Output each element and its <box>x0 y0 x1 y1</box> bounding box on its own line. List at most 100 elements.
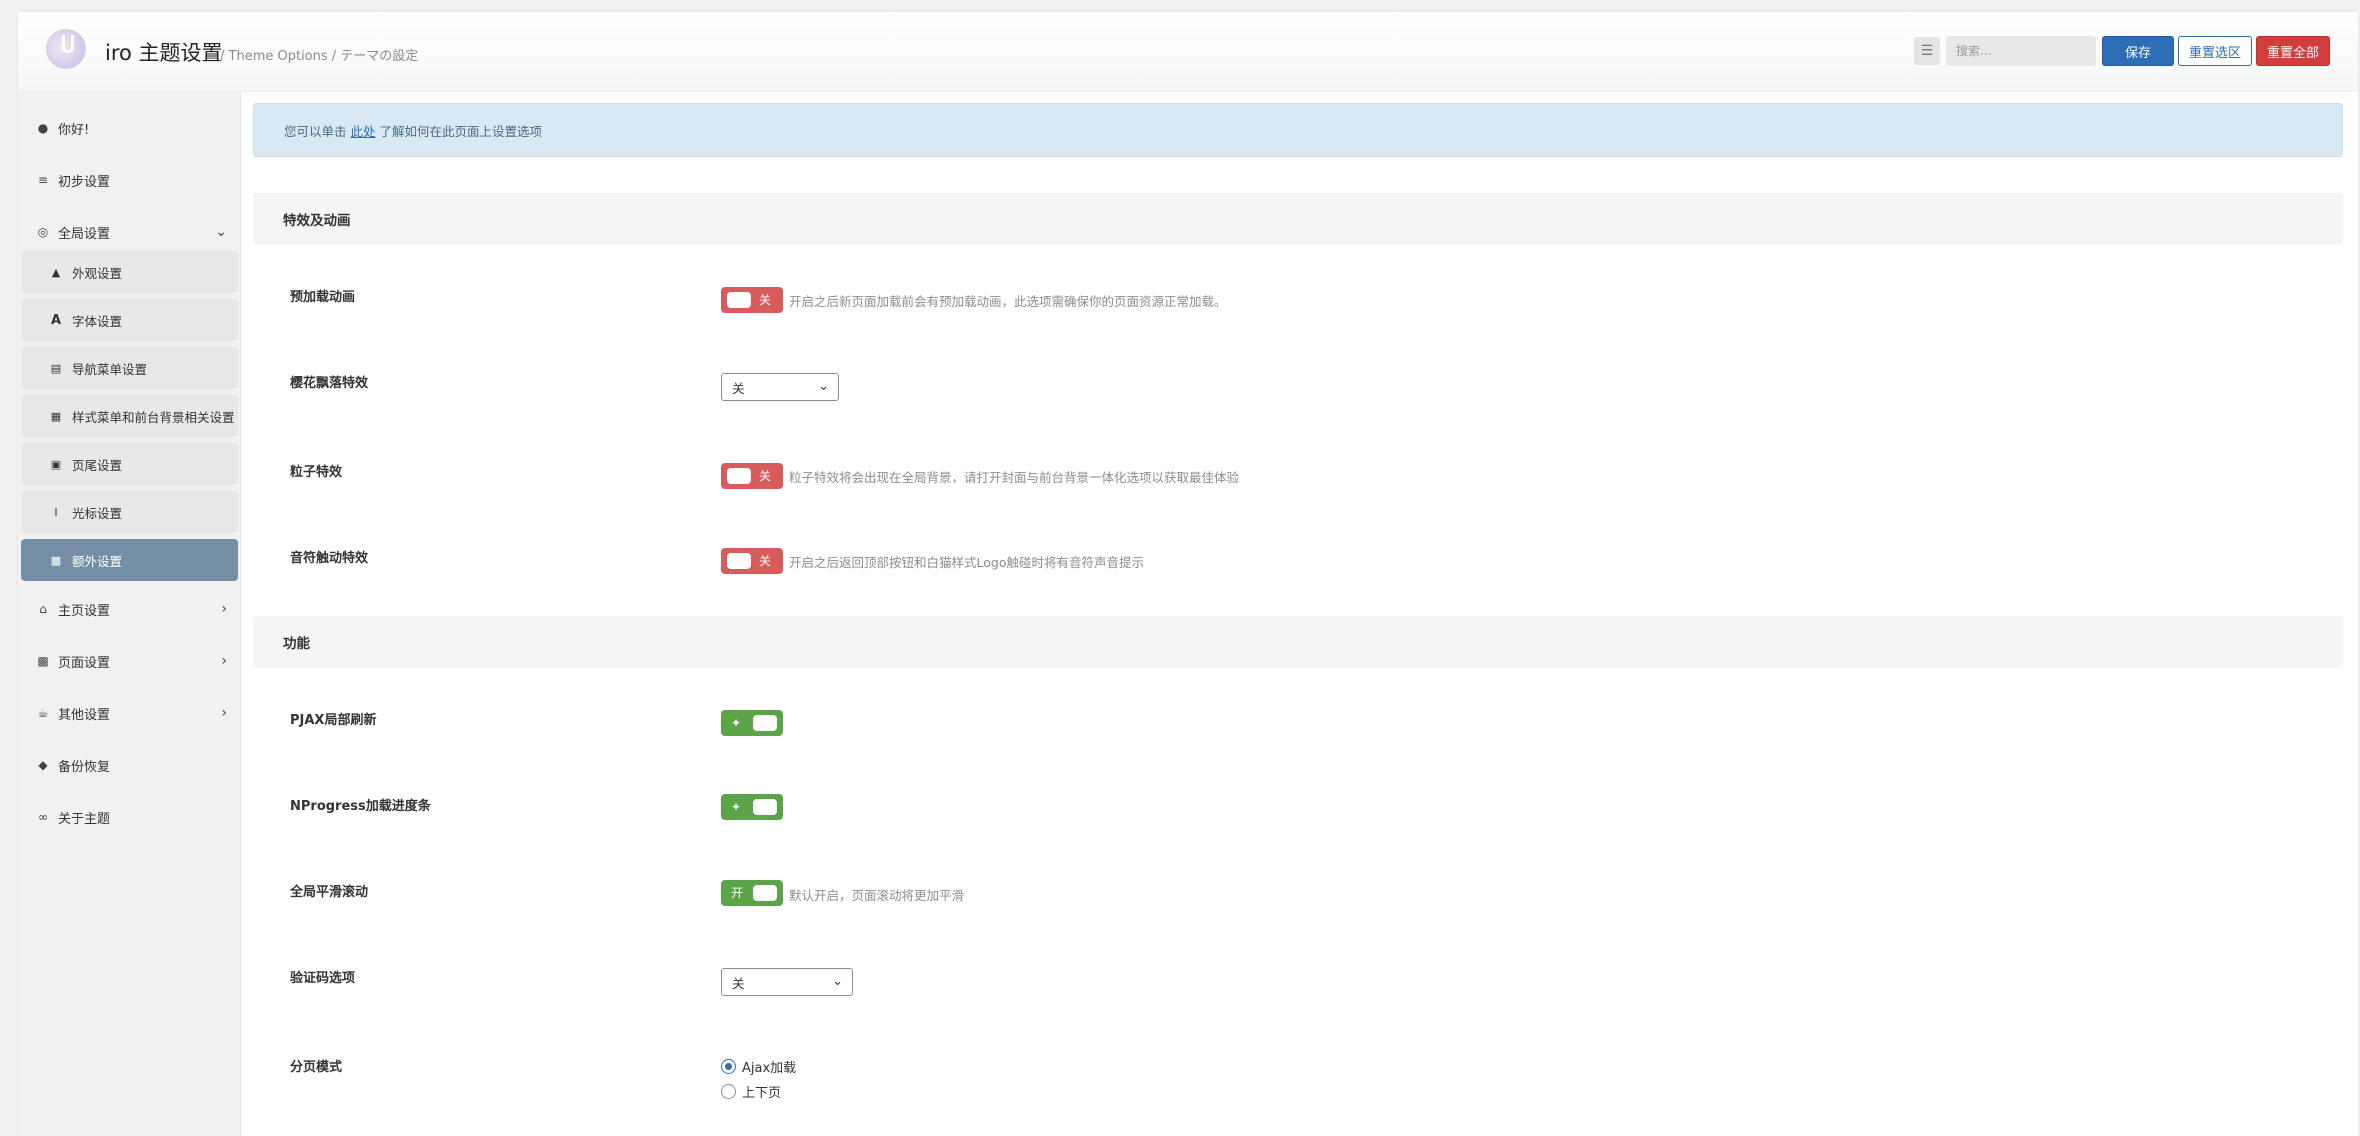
sidebar-subitem-label: 导航菜单设置 <box>72 361 148 377</box>
chevron-down-icon: ⌄ <box>818 379 829 394</box>
globe-icon: ◎ <box>37 225 49 239</box>
sidebar-item-about[interactable]: ∞ 关于主题 <box>18 797 241 837</box>
toggle-state-label: 关 <box>758 554 771 568</box>
sidebar-item-label: 页面设置 <box>58 655 111 671</box>
save-button[interactable]: 保存 <box>2102 36 2174 66</box>
field-label-smooth-scroll: 全局平滑滚动 <box>290 885 369 900</box>
sidebar-subitem-extra[interactable]: ▩ 额外设置 <box>21 539 238 581</box>
gift-icon: ▩ <box>50 553 62 567</box>
sidebar-item-other[interactable]: ☕ 其他设置 › <box>18 693 241 733</box>
field-desc-music-note: 开启之后返回顶部按钮和白猫样式Logo触碰时将有音符声音提示 <box>789 555 1144 570</box>
sidebar-subitem-appearance[interactable]: ▲ 外观设置 <box>21 251 238 293</box>
radio-button[interactable] <box>721 1084 736 1099</box>
sidebar-item-page[interactable]: ▩ 页面设置 › <box>18 641 241 681</box>
toggle-state-label: 开 <box>731 886 744 900</box>
sidebar-item-label: 全局设置 <box>58 226 111 242</box>
bulb-icon: ● <box>37 121 49 135</box>
settings-window: iro 主题设置 / Theme Options / テーマの設定 ☰ 保存 重… <box>18 12 2358 1136</box>
sidebar-item-label: 主页设置 <box>58 603 111 619</box>
field-label-pagination: 分页模式 <box>290 1060 343 1075</box>
signpost-icon: ▤ <box>50 361 62 375</box>
reset-section-button[interactable]: 重置选区 <box>2178 36 2252 66</box>
sidebar-item-global[interactable]: ◎ 全局设置 ⌄ <box>18 212 241 252</box>
sidebar-item-label: 备份恢复 <box>58 759 111 775</box>
sidebar-item-label: 你好! <box>58 122 90 138</box>
field-label-sakura: 樱花飘落特效 <box>290 376 369 391</box>
pjax-toggle[interactable]: ✦ <box>721 710 783 736</box>
square-icon: ▣ <box>50 457 62 471</box>
header: iro 主题设置 / Theme Options / テーマの設定 ☰ 保存 重… <box>18 12 2358 92</box>
sidebar-subitem-nav-menu[interactable]: ▤ 导航菜单设置 <box>21 347 238 389</box>
reset-all-button[interactable]: 重置全部 <box>2256 36 2330 66</box>
home-icon: ⌂ <box>39 602 47 616</box>
chevron-right-icon: › <box>221 601 227 617</box>
sidebar-subitem-style-menu[interactable]: ▦ 样式菜单和前台背景相关设置 <box>21 395 238 437</box>
notice-link[interactable]: 此处 <box>351 121 376 140</box>
field-desc-smooth-scroll: 默认开启，页面滚动将更加平滑 <box>789 888 965 903</box>
select-value: 关 <box>732 380 745 396</box>
coffee-icon: ☕ <box>37 706 49 720</box>
font-icon: A <box>50 312 62 328</box>
select-value: 关 <box>732 975 745 991</box>
sidebar-subitem-font[interactable]: A 字体设置 <box>21 299 238 341</box>
sidebar-subitem-label: 额外设置 <box>72 553 123 569</box>
pagination-option-prev-next[interactable]: 上下页 <box>721 1082 781 1101</box>
music-note-toggle[interactable]: 关 <box>721 548 783 574</box>
section-heading-effects: 特效及动画 <box>253 193 2343 245</box>
sparkle-icon: ✦ <box>731 716 742 730</box>
nprogress-toggle[interactable]: ✦ <box>721 794 783 820</box>
chevron-down-icon: ⌄ <box>215 224 227 240</box>
notice-suffix: 了解如何在此页面上设置选项 <box>379 123 543 139</box>
chevron-down-icon: ⌄ <box>832 974 843 989</box>
section-heading-features: 功能 <box>253 616 2343 668</box>
breadcrumb: / Theme Options / テーマの設定 <box>220 49 419 64</box>
field-desc-preload: 开启之后新页面加载前会有预加载动画，此选项需确保你的页面资源正常加载。 <box>789 294 1227 309</box>
bell-icon: ▲ <box>51 265 61 279</box>
help-notice: 您可以单击 此处 了解如何在此页面上设置选项 <box>253 103 2343 157</box>
particles-toggle[interactable]: 关 <box>721 463 783 489</box>
sidebar-item-label: 其他设置 <box>58 707 111 723</box>
toggle-state-label: 关 <box>758 293 771 307</box>
chevron-right-icon: › <box>221 653 227 669</box>
sakura-select[interactable]: 关 ⌄ <box>721 373 839 401</box>
file-icon: ▩ <box>37 654 49 668</box>
sidebar-item-initial[interactable]: ≡ 初步设置 <box>18 160 241 200</box>
main-content: 您可以单击 此处 了解如何在此页面上设置选项 特效及动画 预加载动画 关 开启之… <box>241 92 2358 1136</box>
pagination-option-ajax[interactable]: Ajax加载 <box>721 1057 796 1076</box>
field-label-music-note: 音符触动特效 <box>290 551 369 566</box>
toggle-state-label: 关 <box>758 469 771 483</box>
sidebar-item-label: 初步设置 <box>58 174 111 190</box>
captcha-select[interactable]: 关 ⌄ <box>721 968 853 996</box>
chevron-right-icon: › <box>221 705 227 721</box>
sidebar-subitem-cursor[interactable]: I 光标设置 <box>21 491 238 533</box>
sliders-icon: ≡ <box>37 173 49 187</box>
radio-label: Ajax加载 <box>742 1061 797 1076</box>
search-input[interactable] <box>1946 36 2096 66</box>
field-label-preload: 预加载动画 <box>290 290 356 305</box>
shield-icon: ◆ <box>38 758 48 772</box>
field-label-captcha: 验证码选项 <box>290 971 356 986</box>
field-label-pjax: PJAX局部刷新 <box>290 713 377 728</box>
list-icon: ☰ <box>1920 43 1934 59</box>
field-label-nprogress: NProgress加载进度条 <box>290 799 431 814</box>
sidebar-subitem-label: 外观设置 <box>72 265 123 281</box>
paperclip-icon: ∞ <box>38 810 48 824</box>
sidebar-subitem-label: 页尾设置 <box>72 457 123 473</box>
radio-button[interactable] <box>721 1059 736 1074</box>
sidebar-subitem-label: 字体设置 <box>72 313 123 329</box>
expand-all-button[interactable]: ☰ <box>1914 37 1940 65</box>
sidebar-subitem-label: 样式菜单和前台背景相关设置 <box>72 409 235 425</box>
sidebar-item-label: 关于主题 <box>58 811 111 827</box>
preload-toggle[interactable]: 关 <box>721 287 783 313</box>
page-title: iro 主题设置 <box>105 41 223 65</box>
sidebar-item-backup[interactable]: ◆ 备份恢复 <box>18 745 241 785</box>
sidebar-item-hello[interactable]: ● 你好! <box>18 108 241 148</box>
sparkle-icon: ✦ <box>731 800 742 814</box>
smooth-scroll-toggle[interactable]: 开 <box>721 880 783 906</box>
notice-prefix: 您可以单击 <box>284 123 347 139</box>
sidebar-subitem-label: 光标设置 <box>72 505 123 521</box>
sidebar-item-home[interactable]: ⌂ 主页设置 › <box>18 589 241 629</box>
sidebar-subitem-footer[interactable]: ▣ 页尾设置 <box>21 443 238 485</box>
field-desc-particles: 粒子特效将会出现在全局背景，请打开封面与前台背景一体化选项以获取最佳体验 <box>789 470 1240 485</box>
field-label-particles: 粒子特效 <box>290 465 343 480</box>
